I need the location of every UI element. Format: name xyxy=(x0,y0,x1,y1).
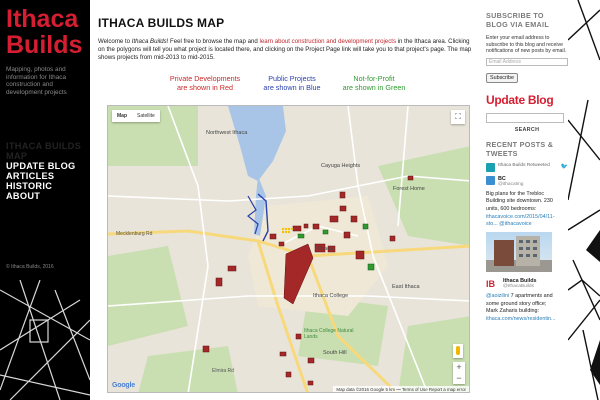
map-type-satellite-button[interactable]: Satellite xyxy=(132,110,160,122)
copyright-text: © Ithaca Builds, 2016 xyxy=(6,264,54,270)
tweet-1-handle[interactable]: @ithacating xyxy=(498,182,523,188)
tweet-2-link[interactable]: ithaca.com/news/residentin... xyxy=(486,316,556,324)
tweet-2-handle[interactable]: @IthacaBuilds xyxy=(503,284,537,290)
legend-nonprofit-line2: are shown in Green xyxy=(342,83,406,92)
avatar[interactable] xyxy=(486,175,495,185)
map-label-east-ithaca: East Ithaca xyxy=(392,284,420,290)
map-label-forest-home: Forest Home xyxy=(393,186,425,192)
legend-nonprofit-line1: Not-for-Profit xyxy=(353,74,395,83)
zoom-out-button[interactable]: − xyxy=(453,373,465,384)
nav-item-update-blog[interactable]: Update Blog xyxy=(6,161,90,171)
legend-nonprofit: Not-for-Profit are shown in Green xyxy=(324,74,424,92)
twitter-bird-icon[interactable]: 🐦 xyxy=(561,163,568,170)
map-label-northwest-ithaca: Northwest Ithaca xyxy=(206,130,248,136)
site-tagline: Mapping, photos and information for Itha… xyxy=(6,66,67,96)
tweet-2-mention[interactable]: @aoizilini xyxy=(486,293,509,299)
right-sidebar: SUBSCRIBE TO BLOG VIA EMAIL Enter your e… xyxy=(482,0,600,400)
map-label-south-hill: South Hill xyxy=(323,350,347,356)
decorative-line-art-right xyxy=(568,0,600,400)
nav-item-historic[interactable]: Historic xyxy=(6,181,90,191)
update-blog-logo[interactable]: Update Blog xyxy=(486,93,568,107)
map-label-ithaca: Ithaca xyxy=(318,246,333,252)
page-title: ITHACA BUILDS MAP xyxy=(98,16,225,30)
retweet-label: Ithaca Builds Retweeted xyxy=(498,162,550,168)
decorative-line-art xyxy=(0,280,90,400)
map-tiles[interactable] xyxy=(108,106,470,393)
subscribe-button[interactable]: Subscribe xyxy=(486,73,518,84)
map-label-ithaca-college: Ithaca College xyxy=(313,293,349,299)
map-label-cayuga-heights: Cayuga Heights xyxy=(321,163,361,169)
zoom-in-button[interactable]: + xyxy=(453,362,465,373)
fullscreen-icon[interactable]: ⛶ xyxy=(451,110,465,124)
search-button[interactable]: SEARCH xyxy=(486,127,568,133)
nav-item-ithaca-builds-map[interactable]: Ithaca Builds Map xyxy=(6,141,90,161)
map-attribution[interactable]: Map data ©2016 Google 5 km ⎯⎯ Terms of U… xyxy=(333,386,469,392)
left-sidebar: Ithaca Builds Mapping, photos and inform… xyxy=(0,0,90,400)
tweet-2-text: @aoizilini 7 apartments and some ground … xyxy=(486,293,556,316)
nav-item-articles[interactable]: Articles xyxy=(6,171,90,181)
building-photo-icon xyxy=(486,235,552,272)
intro-paragraph: Welcome to Ithaca Builds! Feel free to b… xyxy=(98,38,476,63)
map-label-ithaca-college-natural-lands: Ithaca College Natural Lands xyxy=(304,328,354,340)
intro-projects-link[interactable]: learn about construction and development… xyxy=(259,38,396,45)
tweet-1-link[interactable]: ithacavoice.com/2015/04/11-sto... @ithac… xyxy=(486,214,556,229)
retweet-icon xyxy=(486,162,495,172)
tweet-1-header: BC @ithacating xyxy=(486,175,568,188)
tweet-1-text: Big plans for the Trebloc Building site … xyxy=(486,190,553,212)
intro-site-name: Ithaca Builds xyxy=(131,38,167,45)
street-view-pegman-icon[interactable] xyxy=(453,344,463,358)
tweet-2-header: IB Ithaca Builds @IthacaBuilds xyxy=(486,278,568,290)
recent-posts-heading: RECENT POSTS & TWEETS xyxy=(486,140,554,158)
zoom-control: + − xyxy=(453,362,465,384)
google-logo[interactable]: Google xyxy=(112,382,135,389)
map-type-switch: Map Satellite xyxy=(112,110,160,122)
main-content: ITHACA BUILDS MAP Welcome to Ithaca Buil… xyxy=(90,10,482,400)
map-label-mecklenburg-rd: Mecklenburg Rd xyxy=(116,231,153,237)
tweet-1-photo[interactable] xyxy=(486,231,552,272)
email-input[interactable]: Email Address xyxy=(486,58,568,67)
retweet-indicator: Ithaca Builds Retweeted 🐦 xyxy=(486,162,568,172)
subscribe-heading: SUBSCRIBE TO BLOG VIA EMAIL xyxy=(486,11,550,29)
site-brand-logo[interactable]: Ithaca Builds xyxy=(6,6,90,58)
subscribe-description: Enter your email address to subscribe to… xyxy=(486,35,567,54)
intro-text-b: ! Feel free to browse the map and xyxy=(166,38,260,45)
project-map[interactable]: Map Satellite ⛶ Northwest Ithaca Cayuga … xyxy=(107,105,470,393)
map-type-map-button[interactable]: Map xyxy=(112,110,132,122)
search-input[interactable] xyxy=(486,113,564,124)
nav-item-about[interactable]: About xyxy=(6,191,90,201)
intro-text-a: Welcome to xyxy=(98,38,132,45)
main-nav: Ithaca Builds Map Update Blog Articles H… xyxy=(6,141,90,201)
map-label-elmira-rd: Elmira Rd xyxy=(212,368,234,374)
ithaca-builds-avatar-icon[interactable]: IB xyxy=(486,278,500,290)
